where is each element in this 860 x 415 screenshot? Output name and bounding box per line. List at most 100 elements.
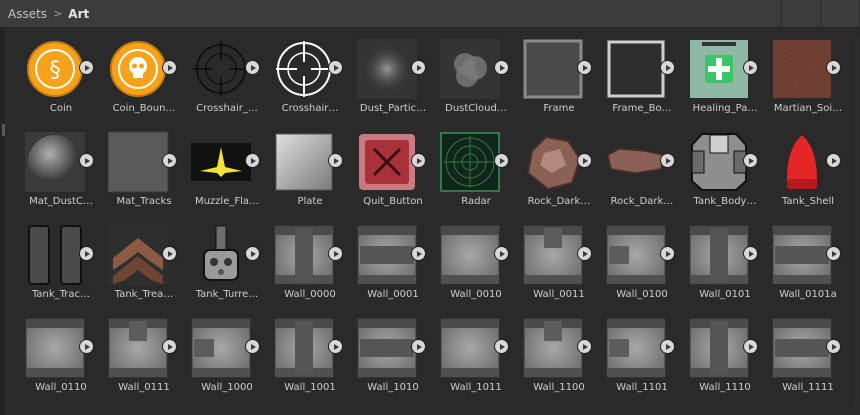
expand-subassets-icon[interactable]: [163, 340, 176, 353]
rock-flat-icon: [605, 131, 667, 193]
asset-tile[interactable]: § Coin: [19, 36, 101, 129]
expand-subassets-icon[interactable]: [329, 154, 342, 167]
asset-tile[interactable]: Martian_Soi…: [766, 36, 848, 129]
expand-subassets-icon[interactable]: [495, 61, 508, 74]
expand-subassets-icon[interactable]: [495, 247, 508, 260]
expand-subassets-icon[interactable]: [827, 247, 840, 260]
expand-subassets-icon[interactable]: [329, 340, 342, 353]
expand-subassets-icon[interactable]: [827, 154, 840, 167]
healing-pad-icon: [688, 38, 750, 100]
asset-label: Radar: [461, 196, 491, 207]
expand-subassets-icon[interactable]: [578, 340, 591, 353]
asset-tile[interactable]: Coin_Boun…: [102, 36, 184, 129]
asset-tile[interactable]: Wall_1100: [517, 315, 599, 408]
frame-border-icon: [605, 38, 667, 100]
asset-tile[interactable]: Rock_Dark…: [517, 129, 599, 222]
asset-tile[interactable]: Dust_Partic…: [351, 36, 433, 129]
expand-subassets-icon[interactable]: [80, 247, 93, 260]
expand-subassets-icon[interactable]: [412, 340, 425, 353]
expand-subassets-icon[interactable]: [80, 61, 93, 74]
asset-tile[interactable]: Frame: [517, 36, 599, 129]
asset-tile[interactable]: Wall_0101a: [766, 222, 848, 315]
wall-tile-icon: [605, 317, 667, 379]
expand-subassets-icon[interactable]: [744, 61, 757, 74]
asset-tile[interactable]: Rock_Dark…: [600, 129, 682, 222]
asset-tile[interactable]: Tank_Turre…: [185, 222, 267, 315]
asset-label: Healing_Pa…: [692, 103, 758, 114]
expand-subassets-icon[interactable]: [246, 61, 259, 74]
asset-tile[interactable]: Crosshair_…: [185, 36, 267, 129]
asset-tile[interactable]: Wall_1010: [351, 315, 433, 408]
expand-subassets-icon[interactable]: [661, 247, 674, 260]
wall-tile-icon: [522, 224, 584, 286]
asset-label: Muzzle_Fla…: [194, 196, 260, 207]
asset-tile[interactable]: DustCloud…: [434, 36, 516, 129]
asset-tile[interactable]: Wall_1111: [766, 315, 848, 408]
asset-tile[interactable]: Wall_1101: [600, 315, 682, 408]
asset-tile[interactable]: Wall_0111: [102, 315, 184, 408]
asset-tile[interactable]: Muzzle_Fla…: [185, 129, 267, 222]
breadcrumb-root-link[interactable]: Assets: [8, 7, 47, 21]
expand-subassets-icon[interactable]: [412, 61, 425, 74]
asset-tile[interactable]: Quit_Button: [351, 129, 433, 222]
asset-tile[interactable]: Wall_0010: [434, 222, 516, 315]
asset-tile[interactable]: Mat_DustC…: [19, 129, 101, 222]
expand-subassets-icon[interactable]: [246, 340, 259, 353]
expand-subassets-icon[interactable]: [661, 154, 674, 167]
asset-label: Wall_0000: [284, 289, 336, 300]
left-pane-resize-mark[interactable]: [2, 124, 5, 136]
expand-subassets-icon[interactable]: [744, 154, 757, 167]
crosshair-dark-icon: [190, 38, 252, 100]
asset-tile[interactable]: Wall_0011: [517, 222, 599, 315]
left-pane-edge[interactable]: [0, 28, 5, 415]
asset-tile[interactable]: Healing_Pa…: [683, 36, 765, 129]
asset-tile[interactable]: Wall_1011: [434, 315, 516, 408]
expand-subassets-icon[interactable]: [495, 154, 508, 167]
expand-subassets-icon[interactable]: [661, 340, 674, 353]
expand-subassets-icon[interactable]: [744, 247, 757, 260]
expand-subassets-icon[interactable]: [412, 247, 425, 260]
toolbar-dividers: [743, 0, 860, 28]
asset-tile[interactable]: Plate: [268, 129, 350, 222]
expand-subassets-icon[interactable]: [578, 247, 591, 260]
scrollbar-track[interactable]: [855, 36, 858, 406]
asset-tile[interactable]: Tank_Trea…: [102, 222, 184, 315]
expand-subassets-icon[interactable]: [80, 154, 93, 167]
expand-subassets-icon[interactable]: [412, 154, 425, 167]
expand-subassets-icon[interactable]: [827, 340, 840, 353]
expand-subassets-icon[interactable]: [495, 340, 508, 353]
expand-subassets-icon[interactable]: [246, 247, 259, 260]
asset-tile[interactable]: Wall_0000: [268, 222, 350, 315]
expand-subassets-icon[interactable]: [80, 340, 93, 353]
breadcrumb-current-folder[interactable]: Art: [68, 7, 89, 21]
expand-subassets-icon[interactable]: [578, 61, 591, 74]
asset-tile[interactable]: Mat_Tracks: [102, 129, 184, 222]
asset-tile[interactable]: Wall_1000: [185, 315, 267, 408]
expand-subassets-icon[interactable]: [744, 340, 757, 353]
expand-subassets-icon[interactable]: [163, 247, 176, 260]
asset-tile[interactable]: Wall_1001: [268, 315, 350, 408]
expand-subassets-icon[interactable]: [827, 61, 840, 74]
asset-label: Wall_0100: [616, 289, 668, 300]
asset-tile[interactable]: Wall_1110: [683, 315, 765, 408]
expand-subassets-icon[interactable]: [246, 154, 259, 167]
expand-subassets-icon[interactable]: [329, 61, 342, 74]
asset-tile[interactable]: Tank_Shell: [766, 129, 848, 222]
quit-button-icon: [356, 131, 418, 193]
expand-subassets-icon[interactable]: [661, 61, 674, 74]
expand-subassets-icon[interactable]: [163, 61, 176, 74]
asset-tile[interactable]: Crosshair…: [268, 36, 350, 129]
asset-tile[interactable]: Tank_Trac…: [19, 222, 101, 315]
asset-tile[interactable]: Wall_0100: [600, 222, 682, 315]
asset-tile[interactable]: Wall_0001: [351, 222, 433, 315]
muzzle-flash-icon: [190, 131, 252, 193]
asset-tile[interactable]: Tank_Body…: [683, 129, 765, 222]
expand-subassets-icon[interactable]: [578, 154, 591, 167]
asset-tile[interactable]: Wall_0110: [19, 315, 101, 408]
asset-tile[interactable]: Frame_Bo…: [600, 36, 682, 129]
asset-tile[interactable]: Radar: [434, 129, 516, 222]
expand-subassets-icon[interactable]: [329, 247, 342, 260]
expand-subassets-icon[interactable]: [163, 154, 176, 167]
asset-tile[interactable]: Wall_0101: [683, 222, 765, 315]
asset-label: Mat_DustC…: [29, 196, 93, 207]
